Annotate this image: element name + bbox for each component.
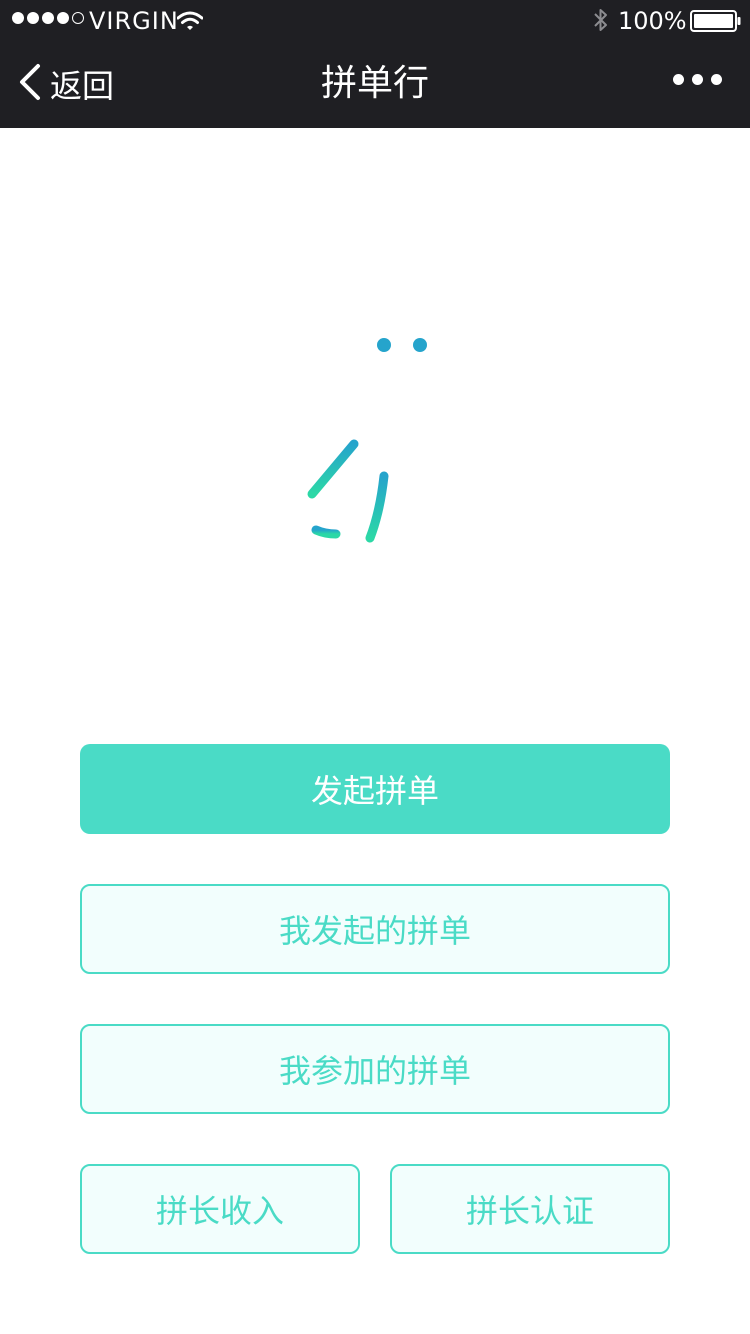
more-icon[interactable] — [673, 74, 722, 85]
nav-bar: 返回 拼单行 — [0, 40, 750, 128]
carrier-name: VIRGIN — [89, 7, 179, 35]
screen: VIRGIN 100% 返回 拼单行 发起拼单 我发起的拼单 我参加的拼单 拼长… — [0, 0, 750, 1334]
my-initiated-orders-button[interactable]: 我发起的拼单 — [80, 884, 670, 974]
signal-strength-icon — [12, 12, 84, 24]
status-bar: VIRGIN 100% — [0, 0, 750, 40]
start-group-order-button[interactable]: 发起拼单 — [80, 744, 670, 834]
battery-percentage: 100% — [618, 7, 687, 35]
bluetooth-icon — [592, 7, 610, 39]
pin-character-logo-icon — [300, 326, 450, 554]
leader-income-button[interactable]: 拼长收入 — [80, 1164, 360, 1254]
leader-certification-button[interactable]: 拼长认证 — [390, 1164, 670, 1254]
battery-icon — [690, 10, 742, 38]
wifi-icon — [176, 9, 204, 37]
page-title: 拼单行 — [320, 63, 429, 104]
my-joined-orders-button[interactable]: 我参加的拼单 — [80, 1024, 670, 1114]
